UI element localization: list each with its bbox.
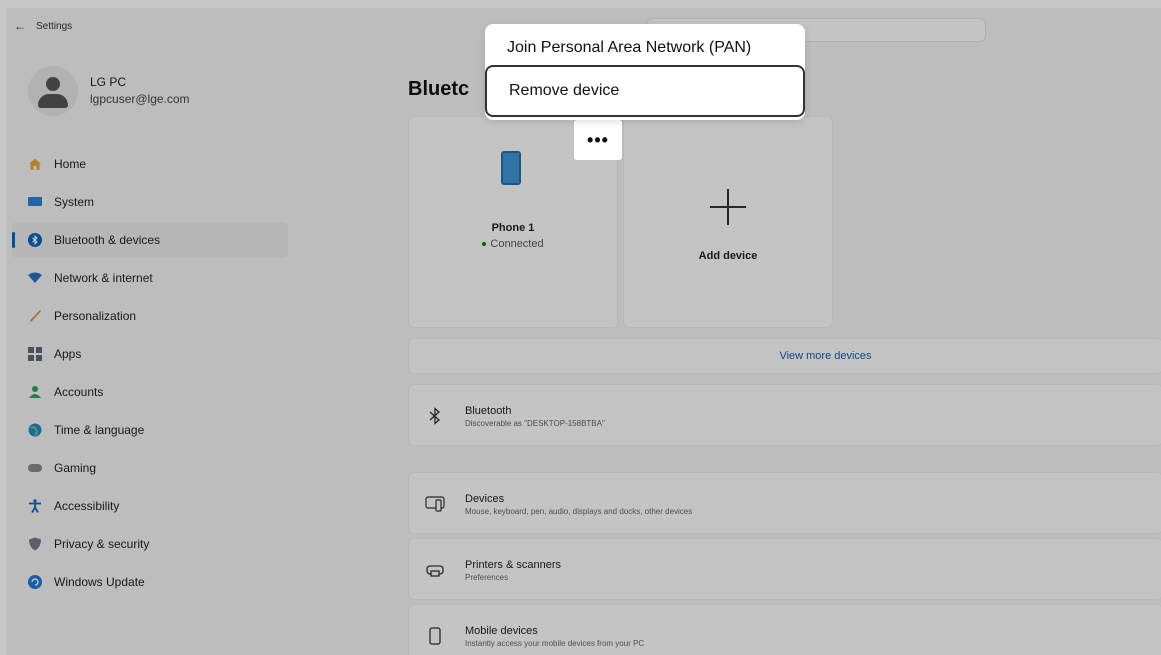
menu-item-join-pan[interactable]: Join Personal Area Network (PAN) — [485, 26, 805, 70]
more-options-button[interactable]: ••• — [574, 120, 622, 160]
context-menu: Join Personal Area Network (PAN) Remove … — [485, 24, 805, 120]
menu-item-remove-device[interactable]: Remove device — [485, 65, 805, 117]
